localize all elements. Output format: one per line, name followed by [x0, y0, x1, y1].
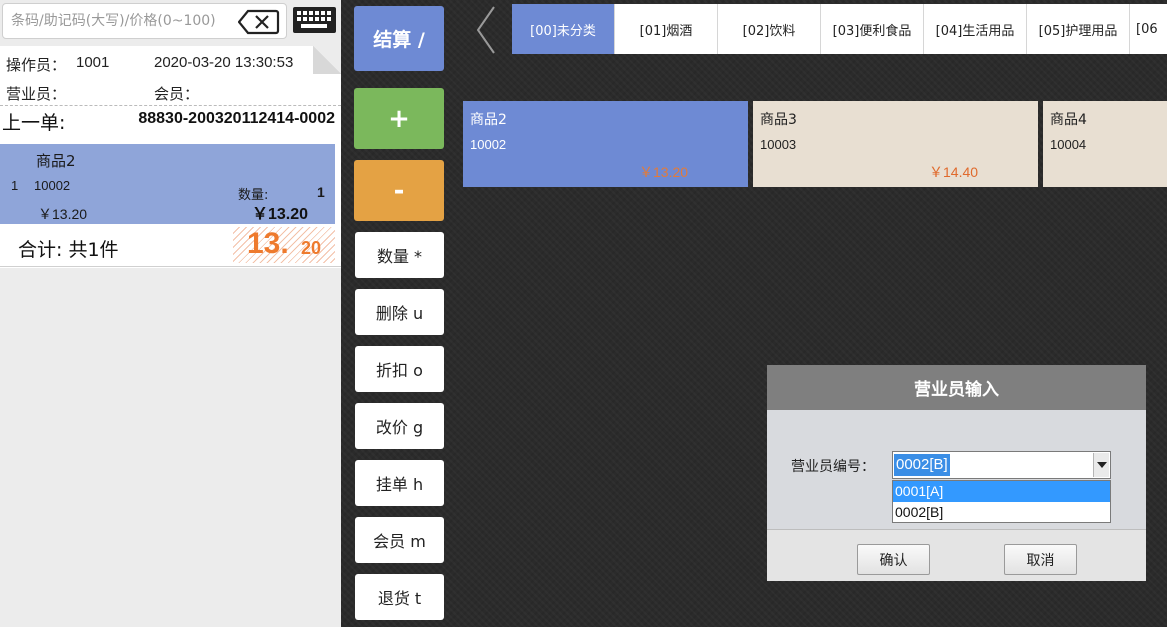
keyboard-icon[interactable]	[292, 6, 337, 34]
hold-order-button[interactable]: 挂单 h	[355, 460, 444, 506]
product-name: 商品4	[1050, 112, 1087, 128]
item-index: 1	[11, 178, 19, 193]
clerk-number-label: 营业员编号：	[791, 459, 875, 475]
clerk-input-dialog: 营业员输入 营业员编号： 0002[B] 0001[A] 0002[B] 确认 …	[767, 365, 1146, 581]
cancel-button[interactable]: 取消	[1004, 544, 1077, 575]
item-unit-price: ￥13.20	[38, 206, 88, 222]
order-item[interactable]: 商品2 1 10002 ￥13.20 数量: 1 ￥13.20	[0, 144, 335, 224]
prev-order-number: 88830-200320112414-0002	[138, 110, 335, 127]
search-box	[2, 3, 287, 39]
datetime: 2020-03-20 13:30:53	[154, 54, 294, 71]
member-label: 会员：	[154, 86, 200, 103]
product-code: 10002	[470, 137, 507, 152]
clerk-option[interactable]: 0001[A]	[893, 481, 1110, 502]
discount-button[interactable]: 折扣 o	[355, 346, 444, 392]
operator-value: 1001	[76, 54, 110, 71]
clerk-options-list: 0001[A] 0002[B]	[892, 480, 1111, 523]
clerk-option[interactable]: 0002[B]	[893, 502, 1110, 523]
item-qty: 1	[317, 184, 325, 200]
chevron-left-icon[interactable]	[474, 4, 498, 56]
selected-value: 0002[B]	[894, 454, 950, 476]
backspace-icon[interactable]	[238, 9, 280, 35]
product-name: 商品3	[760, 112, 797, 128]
clerk-number-select[interactable]: 0002[B]	[892, 451, 1111, 479]
divider	[0, 105, 341, 106]
receipt: 操作员： 1001 2020-03-20 13:30:53 营业员： 会员： 上…	[0, 46, 341, 268]
page-fold	[313, 46, 341, 74]
category-tab[interactable]: [06	[1130, 4, 1167, 54]
checkout-button[interactable]: 结算 /	[354, 6, 444, 71]
quantity-button[interactable]: 数量 *	[355, 232, 444, 278]
item-subtotal: ￥13.20	[252, 206, 309, 223]
category-tab[interactable]: [03]便利食品	[821, 4, 924, 54]
category-tab[interactable]: [04]生活用品	[924, 4, 1027, 54]
total-amount-int: 13.	[247, 227, 289, 260]
category-tab[interactable]: [05]护理用品	[1027, 4, 1130, 54]
clerk-label: 营业员：	[6, 86, 67, 103]
total-label: 合计: 共1件	[18, 239, 119, 261]
category-tab[interactable]: [02]饮料	[718, 4, 821, 54]
total-amount: 13. 20	[233, 227, 335, 263]
increase-qty-button[interactable]: +	[354, 88, 444, 149]
change-price-button[interactable]: 改价 g	[355, 403, 444, 449]
product-code: 10003	[760, 137, 797, 152]
decrease-qty-button[interactable]: -	[354, 160, 444, 221]
delete-button[interactable]: 删除 u	[355, 289, 444, 335]
member-button[interactable]: 会员 m	[355, 517, 444, 563]
category-tab[interactable]: [00]未分类	[512, 4, 615, 54]
order-panel: 操作员： 1001 2020-03-20 13:30:53 营业员： 会员： 上…	[0, 0, 341, 627]
product-price: ￥13.20	[639, 164, 689, 180]
item-code: 10002	[34, 178, 71, 193]
product-name: 商品2	[470, 112, 507, 128]
product-code: 10004	[1050, 137, 1087, 152]
product-price: ￥14.40	[929, 164, 979, 180]
prev-order-label: 上一单:	[2, 112, 66, 134]
product-tile[interactable]: 商品2 10002 ￥13.20	[463, 101, 748, 187]
divider	[0, 266, 341, 267]
total-amount-dec: 20	[301, 238, 322, 258]
operator-label: 操作员：	[6, 57, 67, 74]
confirm-button[interactable]: 确认	[857, 544, 930, 575]
category-tabs: [00]未分类 [01]烟酒 [02]饮料 [03]便利食品 [04]生活用品 …	[512, 4, 1167, 54]
chevron-down-icon[interactable]	[1093, 453, 1109, 477]
dialog-title: 营业员输入	[767, 365, 1146, 410]
product-tile[interactable]: 商品4 10004	[1043, 101, 1167, 187]
return-button[interactable]: 退货 t	[355, 574, 444, 620]
category-tab[interactable]: [01]烟酒	[615, 4, 718, 54]
product-tile[interactable]: 商品3 10003 ￥14.40	[753, 101, 1038, 187]
item-name: 商品2	[36, 152, 76, 170]
dialog-footer: 确认 取消	[767, 529, 1146, 581]
search-input[interactable]	[11, 10, 231, 32]
